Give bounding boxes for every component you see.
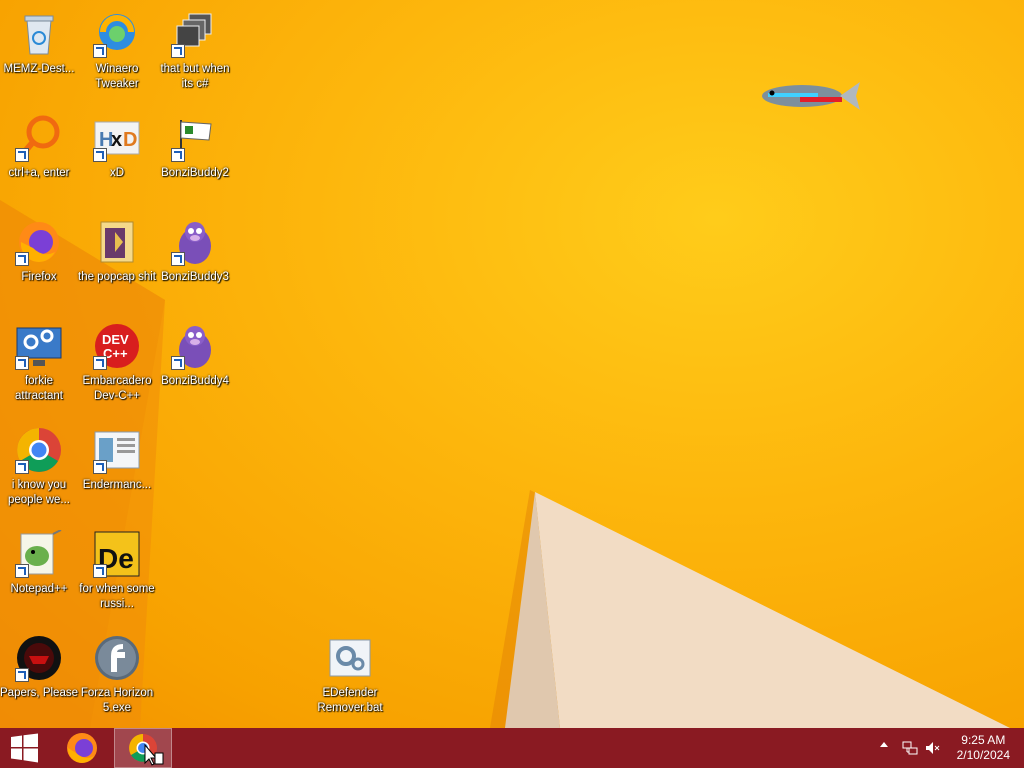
- desktop-icon-ctrl-a-enter[interactable]: ctrl+a, enter: [0, 112, 78, 181]
- clock-date: 2/10/2024: [956, 748, 1010, 762]
- desktop-icon-label: Winaero Tweaker: [95, 63, 139, 90]
- window-doc-icon: [93, 426, 141, 474]
- svg-text:DEV: DEV: [102, 332, 129, 347]
- de-icon: De: [93, 530, 141, 578]
- flash-icon: [93, 634, 141, 682]
- clock-time: 9:25 AM: [961, 733, 1006, 747]
- shortcut-arrow-icon: [171, 356, 185, 370]
- hxd-icon: HxD: [93, 114, 141, 162]
- shortcut-arrow-icon: [15, 460, 29, 474]
- devcpp-icon: DEV C++: [93, 322, 141, 370]
- desktop-icon-label: i know you people we...: [7, 479, 70, 506]
- bonzi-icon: [171, 218, 219, 266]
- shortcut-arrow-icon: [15, 668, 29, 682]
- firefox-icon: [15, 218, 63, 266]
- desktop-icon-label: xD: [109, 167, 125, 179]
- show-hidden-icons-chevron-icon[interactable]: [880, 742, 888, 747]
- desktop-icon-label: the popcap shit: [78, 271, 157, 283]
- desktop-icon-label: Embarcadero Dev-C++: [82, 375, 152, 402]
- folder-icon: [93, 218, 141, 266]
- desktop-icon-memz[interactable]: MEMZ-Dest...: [0, 8, 78, 77]
- shortcut-arrow-icon: [15, 252, 29, 266]
- desktop-icon-firefox[interactable]: Firefox: [0, 216, 78, 285]
- windows-logo-icon: [11, 733, 38, 763]
- desktop-icon-xd[interactable]: HxD xD: [78, 112, 156, 181]
- stacked-windows-icon: [171, 10, 219, 58]
- chrome-icon: [15, 426, 63, 474]
- batch-file-icon: [326, 634, 374, 682]
- shortcut-arrow-icon: [15, 356, 29, 370]
- desktop-icon-label: EDefender Remover.bat: [317, 687, 383, 714]
- settings-monitor-icon: [15, 322, 63, 370]
- desktop-icon-label: BonziBuddy3: [161, 271, 229, 283]
- system-tray: 9:25 AM 2/10/2024: [864, 728, 1024, 768]
- desktop-icon-winaero[interactable]: Winaero Tweaker: [78, 8, 156, 92]
- winaero-icon: [93, 10, 141, 58]
- desktop-icon-forkie-attractant[interactable]: forkie attractant: [0, 320, 78, 404]
- shortcut-arrow-icon: [15, 148, 29, 162]
- desktop-icon-label: BonziBuddy2: [161, 167, 229, 179]
- bonzi-icon: [171, 322, 219, 370]
- shortcut-arrow-icon: [93, 44, 107, 58]
- desktop-icon-label: Endermanc...: [82, 479, 152, 491]
- shortcut-arrow-icon: [93, 148, 107, 162]
- notepadpp-icon: [15, 529, 63, 578]
- desktop-icon-papers-please[interactable]: Papers, Please: [0, 632, 78, 701]
- desktop-icon-label: that but when its c#: [160, 63, 230, 90]
- desktop-icon-label: forkie attractant: [15, 375, 63, 402]
- desktop-icon-label: for when some russi...: [79, 583, 155, 610]
- desktop-icon-edefender-remover[interactable]: EDefender Remover.bat: [311, 632, 389, 716]
- svg-text:x: x: [111, 129, 122, 151]
- desktop-icon-notepadpp[interactable]: Notepad++: [0, 528, 78, 597]
- papers-please-icon: [15, 634, 63, 682]
- desktop-icon-label: Notepad++: [10, 583, 68, 595]
- start-button[interactable]: [0, 728, 48, 768]
- shortcut-arrow-icon: [171, 44, 185, 58]
- shortcut-arrow-icon: [171, 252, 185, 266]
- shortcut-arrow-icon: [93, 356, 107, 370]
- shortcut-arrow-icon: [93, 460, 107, 474]
- taskbar-chrome-button[interactable]: [114, 728, 172, 768]
- desktop-icon-label: Firefox: [21, 271, 57, 283]
- shortcut-arrow-icon: [93, 564, 107, 578]
- desktop-icon-forza-horizon[interactable]: Forza Horizon 5.exe: [78, 632, 156, 716]
- desktop-icon-bonzibuddy4[interactable]: BonziBuddy4: [156, 320, 234, 389]
- desktop-icon-popcap[interactable]: the popcap shit: [78, 216, 156, 285]
- network-icon[interactable]: [902, 740, 918, 759]
- shortcut-arrow-icon: [15, 564, 29, 578]
- magnifier-icon: [15, 114, 63, 162]
- desktop-icon-label: BonziBuddy4: [161, 375, 229, 387]
- fish-icon: [760, 78, 860, 112]
- desktop-icon-i-know-you[interactable]: i know you people we...: [0, 424, 78, 508]
- shortcut-arrow-icon: [171, 148, 185, 162]
- desktop-icon-that-but-when[interactable]: that but when its c#: [156, 8, 234, 92]
- clock[interactable]: 9:25 AM 2/10/2024: [957, 733, 1010, 763]
- svg-text:D: D: [123, 129, 137, 151]
- chrome-icon: [129, 734, 164, 766]
- desktop-icon-label: Forza Horizon 5.exe: [80, 687, 154, 714]
- desktop-icon-devcpp[interactable]: DEV C++ Embarcadero Dev-C++: [78, 320, 156, 404]
- desktop-icon-bonzibuddy3[interactable]: BonziBuddy3: [156, 216, 234, 285]
- desktop-icon-label: MEMZ-Dest...: [3, 63, 75, 75]
- desktop-icon-endermanc[interactable]: Endermanc...: [78, 424, 156, 493]
- taskbar: 9:25 AM 2/10/2024: [0, 728, 1024, 768]
- desktop-icon-label: ctrl+a, enter: [8, 167, 70, 179]
- desktop-icon-bonzibuddy2[interactable]: BonziBuddy2: [156, 112, 234, 181]
- firefox-icon: [67, 733, 97, 763]
- taskbar-firefox-button[interactable]: [58, 728, 106, 768]
- desktop-icon-label: Papers, Please: [0, 687, 78, 699]
- volume-muted-icon[interactable]: [924, 740, 940, 759]
- recycle-bin-icon: [15, 10, 63, 58]
- flag-icon: [171, 114, 219, 162]
- desktop-icon-for-when-some-russi[interactable]: De for when some russi...: [78, 528, 156, 612]
